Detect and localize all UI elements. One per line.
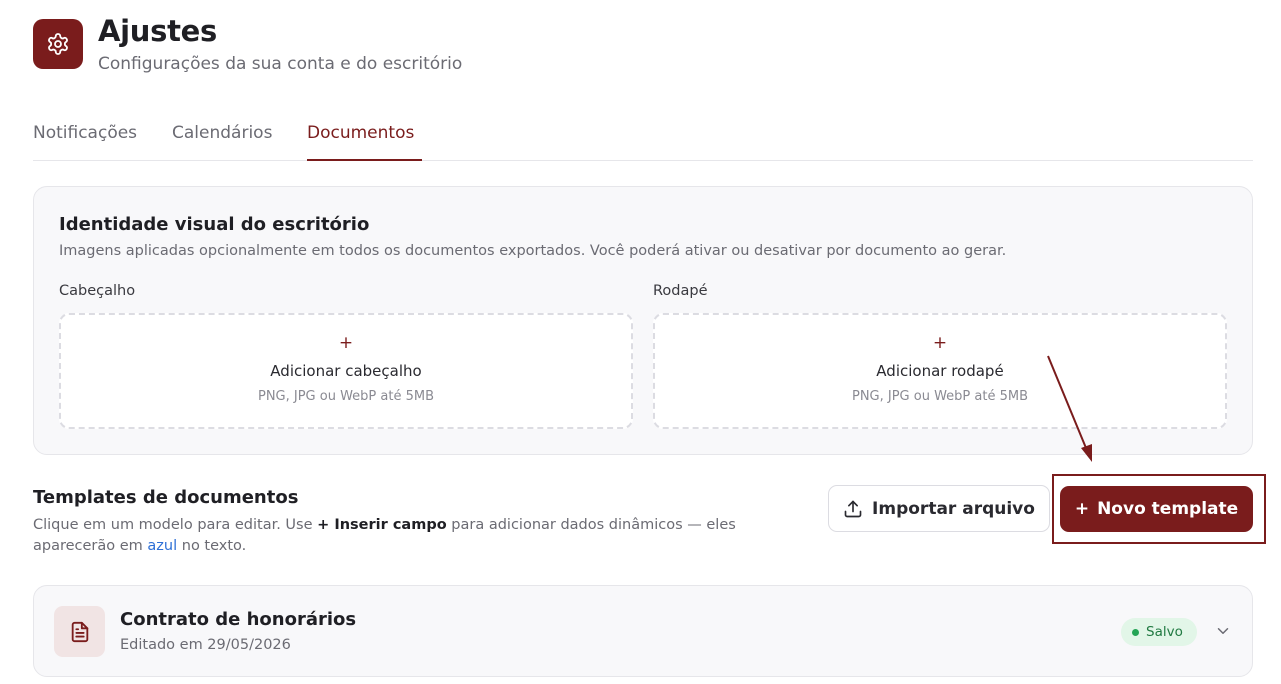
identity-title: Identidade visual do escritório	[59, 214, 370, 235]
tab-calendarios[interactable]: Calendários	[172, 123, 272, 143]
page-title: Ajustes	[98, 14, 217, 48]
page-subtitle: Configurações da sua conta e do escritór…	[98, 54, 463, 74]
status-badge: Salvo	[1121, 618, 1197, 646]
tab-notificacoes[interactable]: Notificações	[33, 123, 137, 143]
plus-icon: +	[338, 333, 354, 353]
header-field-label: Cabeçalho	[59, 283, 136, 299]
add-header-label: Adicionar cabeçalho	[270, 362, 422, 380]
import-file-button[interactable]: Importar arquivo	[828, 485, 1050, 532]
tab-documentos[interactable]: Documentos	[307, 123, 414, 143]
blue-hint: azul	[147, 538, 178, 554]
template-name: Contrato de honorários	[120, 609, 357, 630]
desc-text: no texto.	[177, 538, 247, 554]
settings-header-icon	[33, 19, 83, 69]
templates-section-title: Templates de documentos	[33, 487, 299, 508]
active-tab-indicator	[307, 159, 422, 161]
add-footer-label: Adicionar rodapé	[876, 362, 1004, 380]
import-file-label: Importar arquivo	[872, 498, 1035, 519]
chevron-down-icon[interactable]	[1214, 622, 1232, 640]
template-edited-date: Editado em 29/05/2026	[120, 637, 291, 653]
identity-description: Imagens aplicadas opcionalmente em todos…	[59, 243, 1007, 259]
template-item-contrato[interactable]: Contrato de honorários Editado em 29/05/…	[33, 585, 1253, 677]
upload-icon	[844, 500, 862, 517]
header-upload-hint: PNG, JPG ou WebP até 5MB	[257, 389, 435, 404]
footer-upload-dropzone[interactable]: + Adicionar rodapé PNG, JPG ou WebP até …	[653, 313, 1227, 429]
gear-icon	[48, 33, 68, 55]
footer-field-label: Rodapé	[653, 283, 708, 299]
templates-section-description: Clique em um modelo para editar. Use + I…	[33, 515, 773, 557]
visual-identity-card: Identidade visual do escritório Imagens …	[33, 186, 1253, 455]
highlight-box	[1052, 474, 1266, 544]
desc-text: Clique em um modelo para editar. Use	[33, 517, 318, 533]
status-dot	[1132, 628, 1139, 636]
document-icon-container	[54, 606, 105, 657]
footer-upload-hint: PNG, JPG ou WebP até 5MB	[851, 389, 1029, 404]
insert-field-hint: + Inserir campo	[317, 517, 447, 533]
document-icon	[71, 621, 88, 642]
status-label: Salvo	[1146, 624, 1183, 640]
tabs-bar: Notificações Calendários Documentos	[33, 120, 1253, 161]
plus-icon: +	[932, 333, 948, 353]
header-upload-dropzone[interactable]: + Adicionar cabeçalho PNG, JPG ou WebP a…	[59, 313, 633, 429]
